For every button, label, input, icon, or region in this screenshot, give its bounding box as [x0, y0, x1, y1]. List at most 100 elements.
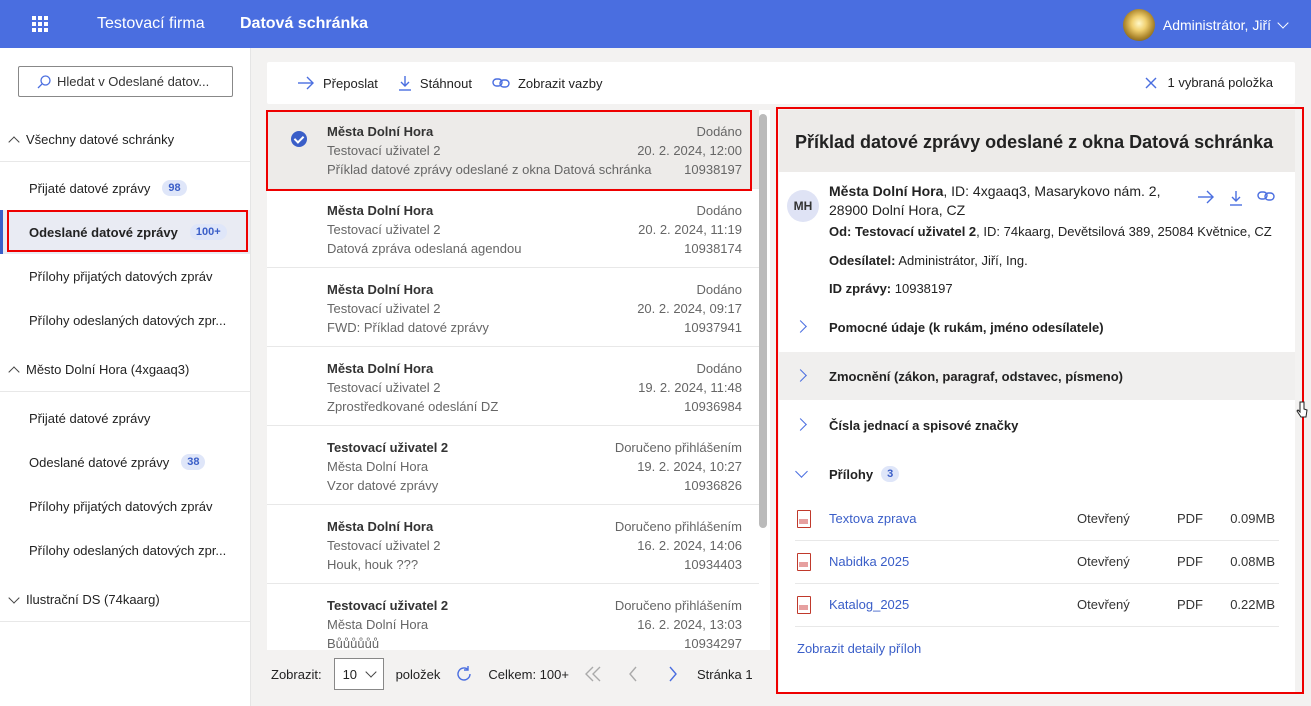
chevron-down-icon [8, 591, 20, 604]
message-sender: Města Dolní Hora [327, 203, 434, 218]
clear-selection-button[interactable]: 1 vybraná položka [1145, 75, 1273, 90]
message-user: Města Dolní Hora [327, 459, 429, 474]
sidebar-item-received[interactable]: Přijaté datové zprávy 98 [0, 166, 250, 210]
message-row[interactable]: Testovací uživatel 2 Města Dolní Hora Vz… [267, 426, 759, 505]
field-label: ID zprávy: [829, 281, 892, 296]
search-input[interactable]: Hledat v Odeslané datov... [18, 66, 233, 97]
refresh-icon [457, 666, 472, 681]
chevron-up-icon [8, 365, 20, 378]
group-all-mailboxes[interactable]: Všechny datové schránky [0, 118, 250, 162]
group-mesto-dolni-hora[interactable]: Město Dolní Hora (4xgaaq3) [0, 348, 250, 392]
download-button[interactable]: Stáhnout [398, 75, 472, 91]
app-launcher-icon[interactable] [32, 16, 48, 32]
message-row[interactable]: Města Dolní Hora Testovací uživatel 2 Zp… [267, 347, 759, 426]
next-page-button[interactable] [657, 658, 689, 690]
sidebar-item-sent-attachments[interactable]: Přílohy odeslaných datových zpr... [0, 298, 250, 342]
message-sender: Testovací uživatel 2 [327, 598, 449, 613]
message-date: 19. 2. 2024, 10:27 [637, 459, 742, 474]
message-row[interactable]: Města Dolní Hora Testovací uživatel 2 Ho… [267, 505, 759, 584]
link-icon[interactable] [1257, 190, 1275, 202]
section-attachments[interactable]: Přílohy 3 [779, 450, 1295, 498]
page-size-value: 10 [342, 666, 358, 682]
attachment-row[interactable]: Katalog_2025 Otevřený PDF 0.22MB [795, 584, 1279, 627]
message-user: Testovací uživatel 2 [327, 538, 441, 553]
sender-box-info: Od: Testovací uživatel 2, ID: 74kaarg, D… [829, 224, 1272, 239]
message-date: 20. 2. 2024, 11:19 [638, 222, 742, 237]
message-row[interactable]: Města Dolní Hora Testovací uživatel 2 Da… [267, 189, 759, 268]
section-authorization[interactable]: Zmocnění (zákon, paragraf, odstavec, pís… [779, 352, 1295, 400]
group-label: Město Dolní Hora (4xgaaq3) [26, 362, 190, 377]
hand-cursor-icon [1296, 401, 1308, 418]
message-row[interactable]: Testovací uživatel 2 Města Dolní Hora Bů… [267, 584, 759, 650]
attachment-name[interactable]: Katalog_2025 [829, 597, 909, 612]
download-icon [398, 76, 411, 91]
app-title: Datová schránka [240, 15, 369, 32]
section-reference-numbers[interactable]: Čísla jednací a spisové značky [779, 401, 1295, 449]
show-links-button[interactable]: Zobrazit vazby [492, 76, 603, 91]
attachment-type: PDF [1177, 554, 1203, 569]
attachment-details-link[interactable]: Zobrazit detaily příloh [797, 641, 921, 656]
list-scrollbar[interactable] [759, 114, 767, 528]
search-icon [37, 74, 51, 88]
page-size-label: Zobrazit: [271, 666, 322, 682]
attachment-name[interactable]: Nabidka 2025 [829, 554, 909, 569]
attachment-name[interactable]: Textova zprava [829, 511, 916, 526]
message-subject: FWD: Příklad datové zprávy [327, 320, 489, 335]
first-page-button[interactable] [577, 658, 609, 690]
field-value: 10938197 [894, 281, 953, 296]
page-size-select[interactable]: 10 [333, 658, 384, 690]
sidebar-item-label: Odeslané datové zprávy [29, 454, 170, 470]
detail-title: Příklad datové zprávy odeslané z okna Da… [779, 110, 1295, 172]
message-date: 16. 2. 2024, 14:06 [637, 538, 742, 553]
message-subject: Datová zpráva odeslaná agendou [327, 241, 522, 256]
sidebar-item-received-attachments[interactable]: Přílohy přijatých datových zpráv [0, 484, 250, 528]
attachment-size: 0.08MB [1230, 554, 1275, 569]
sidebar-item-sent-attachments[interactable]: Přílohy odeslaných datových zpr... [0, 528, 250, 572]
message-row[interactable]: Města Dolní Hora Testovací uživatel 2 Př… [267, 110, 759, 189]
checkmark-icon[interactable] [291, 131, 307, 147]
count-badge: 38 [181, 454, 206, 470]
chevron-down-icon [1277, 17, 1289, 29]
total-count: Celkem: 100+ [488, 666, 569, 682]
message-subject: Příklad datové zprávy odeslané z okna Da… [327, 162, 652, 177]
double-chevron-left-icon [584, 666, 601, 682]
sidebar-item-received-attachments[interactable]: Přílohy přijatých datových zpráv [0, 254, 250, 298]
forward-button[interactable]: Přeposlat [297, 76, 378, 91]
message-status: Doručeno přihlášením [614, 440, 742, 455]
attachment-state: Otevřený [1077, 511, 1130, 526]
attachment-row[interactable]: Nabidka 2025 Otevřený PDF 0.08MB [795, 541, 1279, 584]
message-user: Města Dolní Hora [327, 617, 429, 632]
message-status: Dodáno [696, 361, 742, 376]
sidebar-item-sent[interactable]: Odeslané datové zprávy 38 [0, 440, 250, 484]
group-ilustracni-ds[interactable]: Ilustrační DS (74kaarg) [0, 578, 250, 622]
pdf-file-icon [797, 510, 811, 528]
message-subject: Bůůůůůů [327, 636, 380, 650]
sidebar-item-sent[interactable]: Odeslané datové zprávy 100+ [0, 210, 250, 254]
chevron-right-icon [669, 666, 677, 682]
section-label: Pomocné údaje (k rukám, jméno odesílatel… [829, 319, 1104, 335]
chevron-right-icon [794, 369, 807, 382]
user-name: Administrátor, Jiří [1162, 17, 1271, 33]
message-sender: Města Dolní Hora [327, 124, 434, 139]
message-status: Doručeno přihlášením [614, 519, 742, 534]
sidebar-item-received[interactable]: Přijaté datové zprávy [0, 396, 250, 440]
message-date: 19. 2. 2024, 11:48 [638, 380, 742, 395]
recipient-name: Města Dolní Hora [829, 183, 944, 199]
top-bar: Testovací firma Datová schránka Administ… [0, 0, 1311, 48]
message-id: 10934297 [684, 636, 742, 650]
company-name[interactable]: Testovací firma [97, 15, 205, 33]
arrow-right-icon[interactable] [1197, 190, 1215, 204]
user-avatar [1122, 9, 1155, 41]
count-badge: 3 [881, 466, 900, 482]
message-sender: Města Dolní Hora [327, 519, 434, 534]
download-icon[interactable] [1229, 190, 1243, 206]
attachment-row[interactable]: Textova zprava Otevřený PDF 0.09MB [795, 498, 1279, 541]
refresh-button[interactable] [448, 658, 480, 690]
message-row[interactable]: Města Dolní Hora Testovací uživatel 2 FW… [267, 268, 759, 347]
prev-page-button[interactable] [617, 658, 649, 690]
forward-label: Přeposlat [323, 75, 378, 91]
sidebar-item-label: Přílohy přijatých datových zpráv [29, 268, 213, 284]
group-label: Ilustrační DS (74kaarg) [26, 592, 160, 607]
user-menu[interactable]: Administrátor, Jiří [1122, 9, 1289, 41]
section-auxiliary[interactable]: Pomocné údaje (k rukám, jméno odesílatel… [779, 303, 1295, 351]
